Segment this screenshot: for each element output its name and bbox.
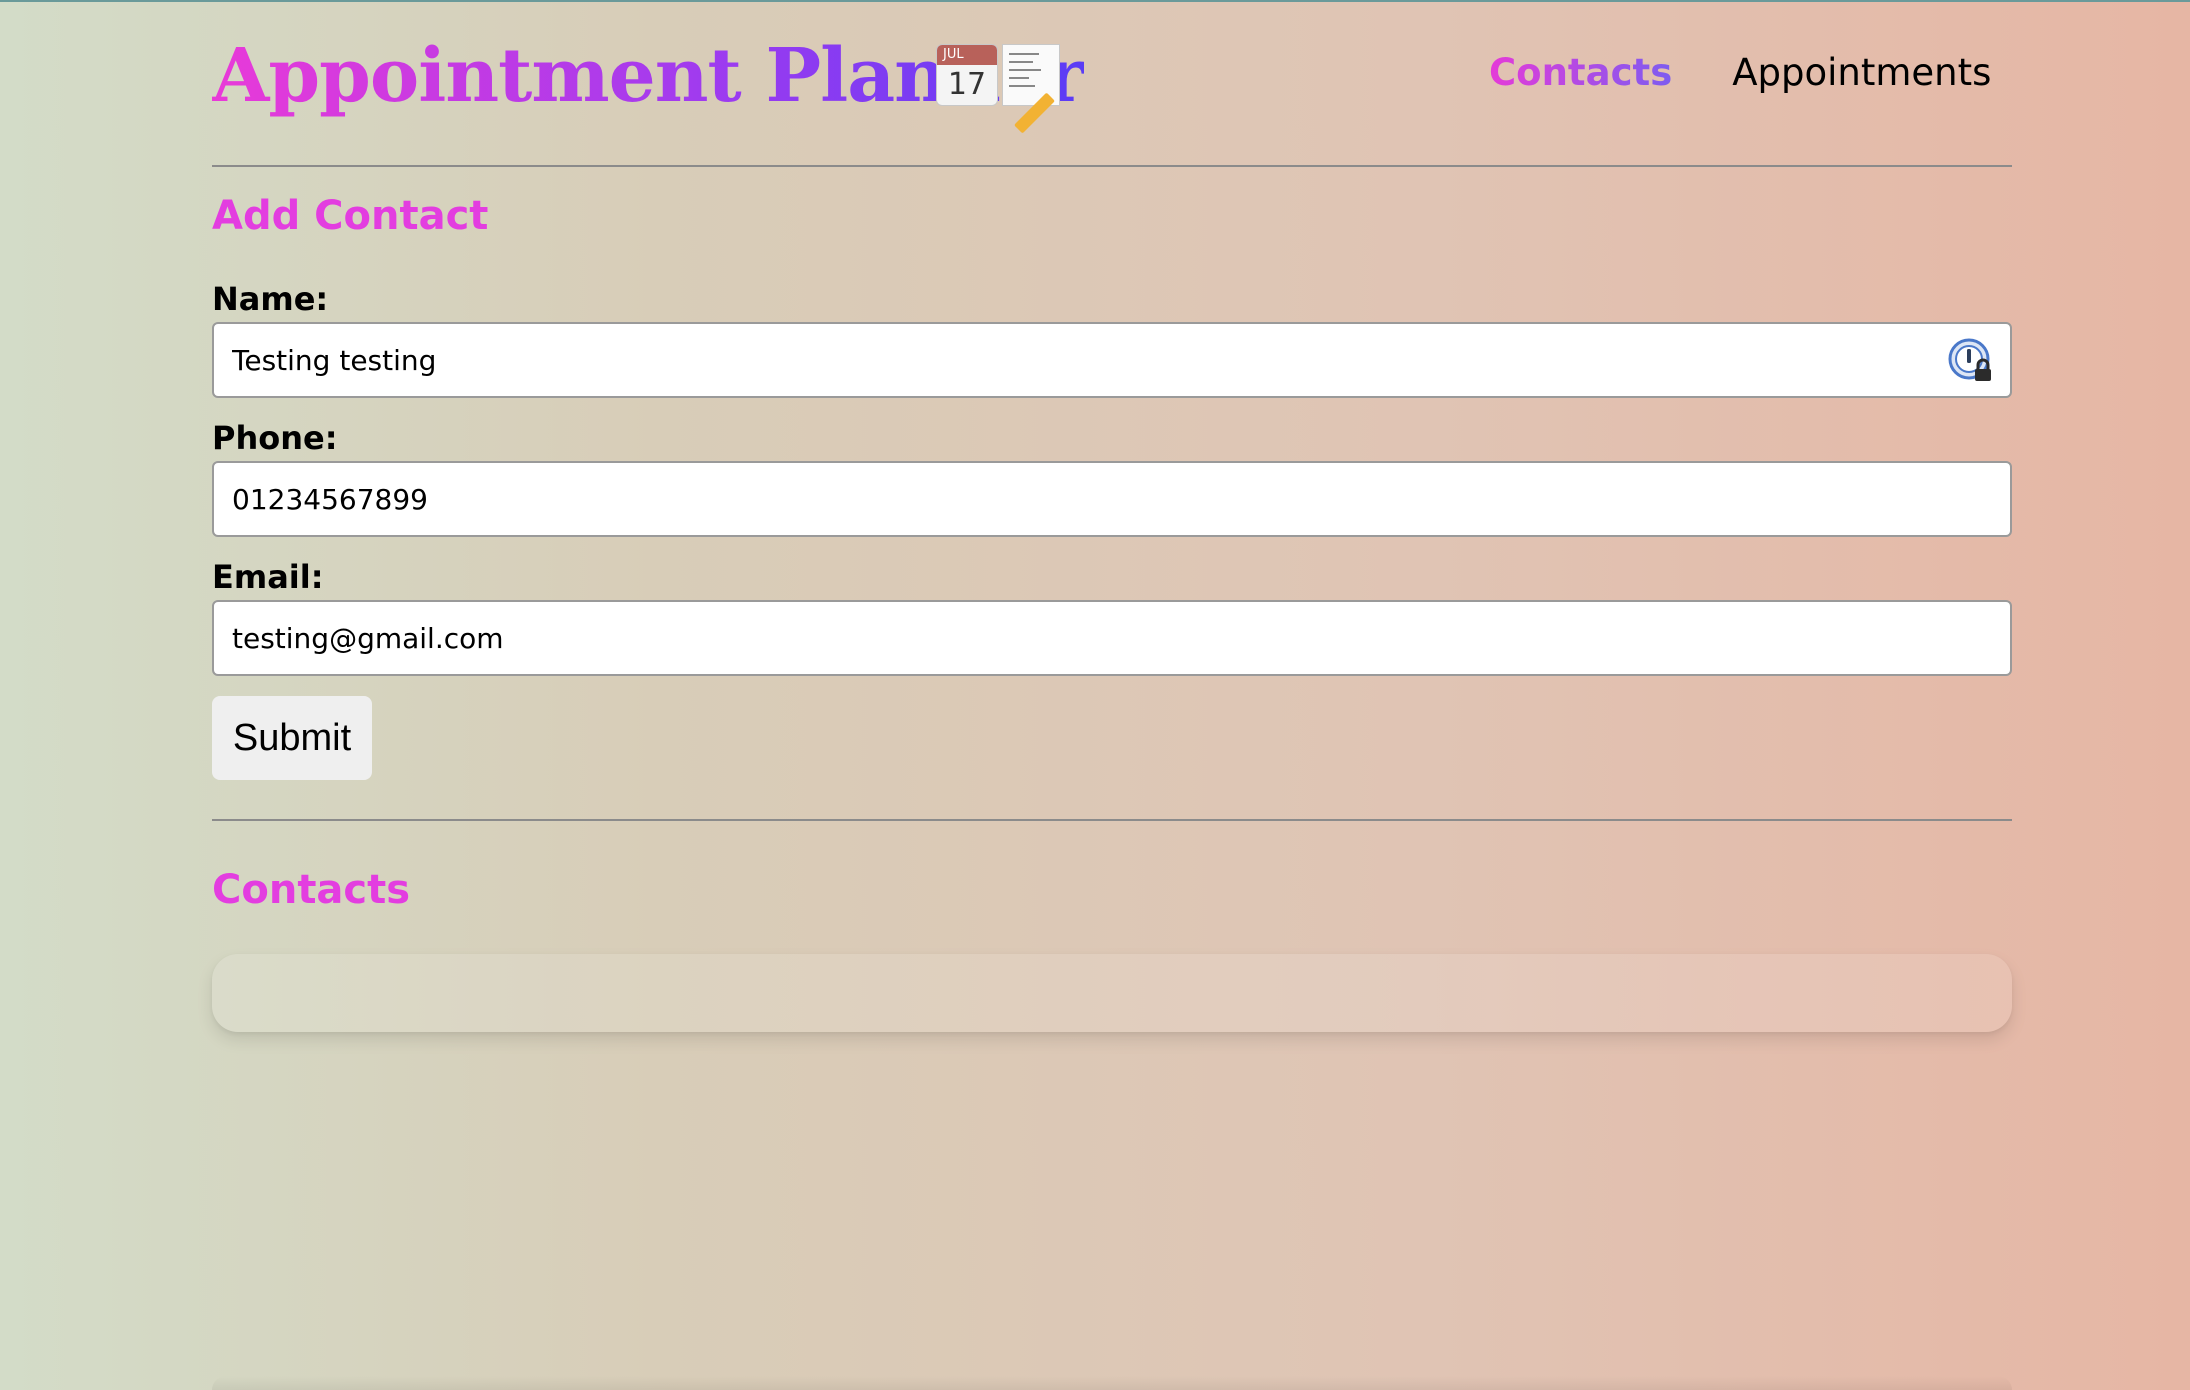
submit-button[interactable]: Submit [212, 696, 372, 780]
header-divider [212, 165, 2012, 167]
calendar-month: JUL [937, 45, 997, 65]
email-input[interactable] [212, 600, 2012, 676]
title-icons: JUL 17 [936, 44, 1060, 134]
phone-label: Phone: [212, 419, 338, 457]
name-input[interactable] [212, 322, 2012, 398]
phone-input[interactable] [212, 461, 2012, 537]
bottom-shadow [212, 1376, 2012, 1390]
calendar-icon: JUL 17 [936, 44, 998, 106]
nav-link-appointments[interactable]: Appointments [1732, 47, 1991, 99]
top-bar: Appointment Planner JUL 17 Contacts Appo… [212, 2, 2012, 166]
contacts-title: Contacts [212, 867, 411, 913]
add-contact-title: Add Contact [212, 193, 489, 239]
nav-link-contacts[interactable]: Contacts [1489, 47, 1672, 99]
name-label: Name: [212, 280, 329, 318]
password-manager-icon[interactable] [1947, 337, 1995, 385]
page-container: Appointment Planner JUL 17 Contacts Appo… [212, 2, 2012, 1032]
contacts-list [212, 954, 2012, 1032]
email-label: Email: [212, 558, 324, 596]
main-nav: Contacts Appointments [1489, 47, 1991, 99]
form-divider [212, 819, 2012, 821]
calendar-day: 17 [947, 67, 987, 102]
memo-icon [1002, 44, 1060, 134]
